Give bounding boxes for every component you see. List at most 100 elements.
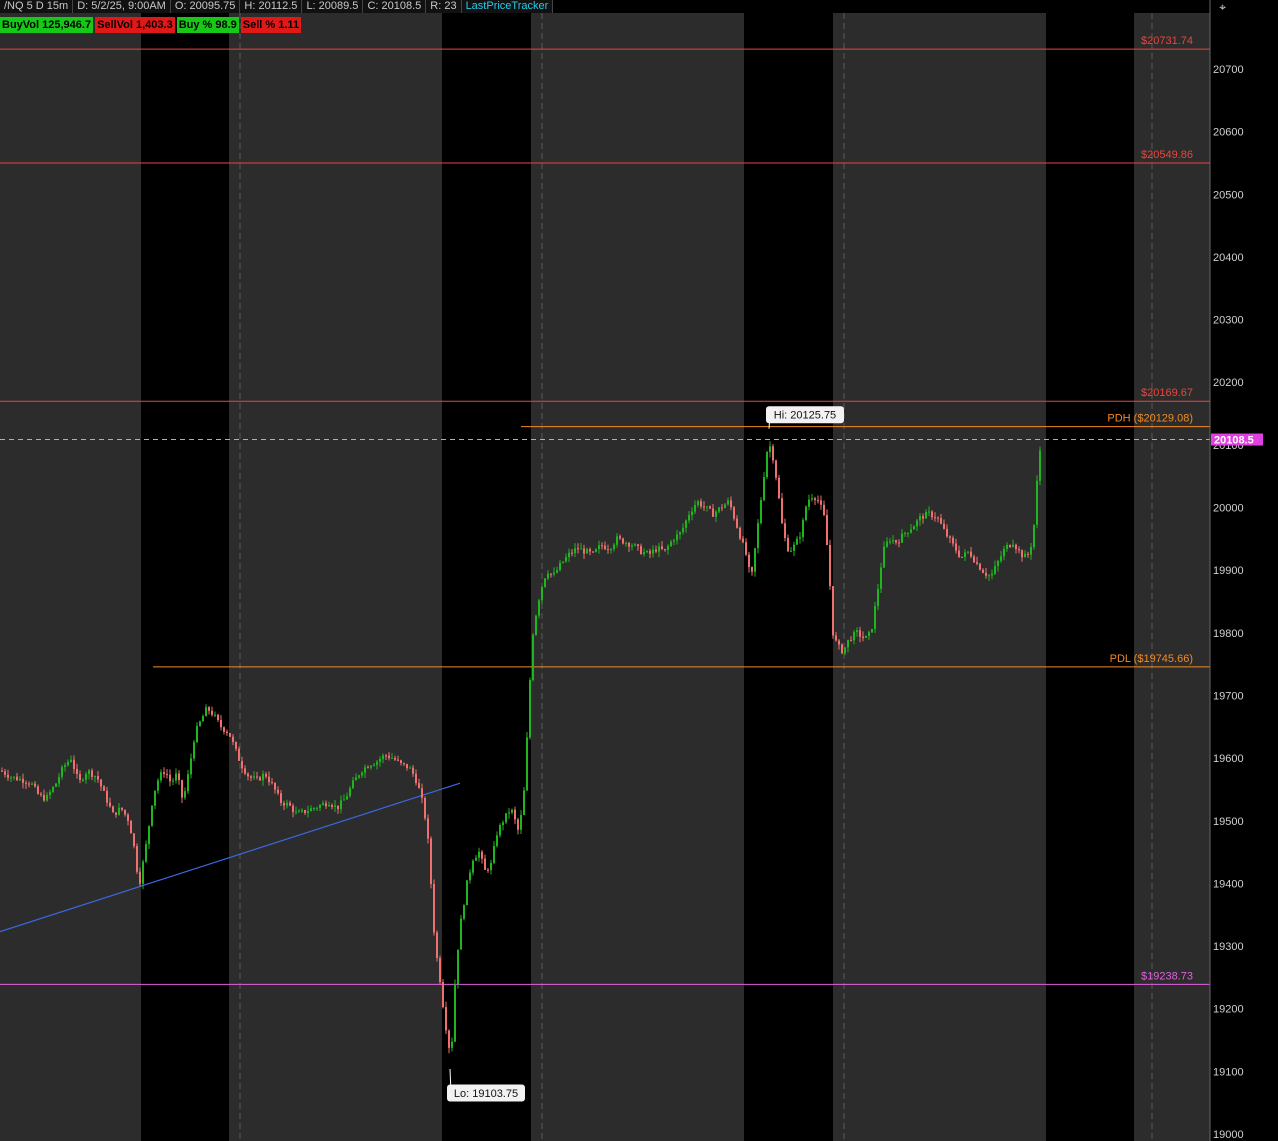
candle-body	[658, 546, 660, 552]
candle-body	[952, 537, 954, 544]
candle-body	[748, 554, 750, 568]
candle-body	[910, 529, 912, 533]
candle-body	[553, 572, 555, 575]
candle-body	[874, 606, 876, 630]
symbol-label[interactable]: /NQ 5 D 15m	[0, 0, 74, 13]
candle-body	[373, 764, 375, 766]
candle-body	[412, 767, 414, 774]
candle-body	[976, 562, 978, 564]
candle-body	[349, 788, 351, 797]
candle-body	[460, 918, 462, 950]
candle-body	[418, 783, 420, 789]
candle-body	[295, 811, 297, 813]
candle-body	[154, 790, 156, 806]
y-tick-label: 19300	[1213, 941, 1244, 953]
candle-body	[394, 757, 396, 760]
candle-body	[907, 532, 909, 534]
candle-body	[721, 507, 723, 509]
candle-body	[397, 759, 399, 761]
y-tick-label: 20000	[1213, 503, 1244, 515]
study-label[interactable]: LastPriceTracker	[462, 0, 554, 13]
candle-body	[235, 741, 237, 749]
candle-body	[1012, 544, 1014, 547]
y-tick-label: 20600	[1213, 127, 1244, 139]
chart-header: /NQ 5 D 15m D: 5/2/25, 9:00AM O: 20095.7…	[0, 0, 554, 13]
candle-body	[202, 716, 204, 722]
candle-body	[1030, 547, 1032, 555]
candle-body	[877, 588, 879, 607]
candle-body	[271, 782, 273, 784]
candle-body	[376, 761, 378, 765]
candle-body	[853, 632, 855, 641]
y-tick-label: 19200	[1213, 1004, 1244, 1016]
candle-body	[817, 500, 819, 502]
candle-body	[820, 500, 822, 505]
candle-body	[448, 1030, 450, 1048]
candle-body	[181, 780, 183, 798]
candle-body	[889, 541, 891, 543]
candle-body	[319, 805, 321, 808]
candle-body	[487, 869, 489, 871]
candle-body	[679, 532, 681, 535]
candle-body	[667, 546, 669, 550]
candle-body	[337, 805, 339, 810]
candle-body	[40, 793, 42, 795]
candle-body	[1, 770, 3, 772]
candle-body	[844, 647, 846, 654]
candle-body	[730, 500, 732, 508]
candle-body	[238, 748, 240, 761]
candle-body	[1000, 556, 1002, 561]
candle-body	[43, 794, 45, 801]
candle-body	[595, 549, 597, 552]
candle-body	[151, 805, 153, 826]
candle-body	[178, 773, 180, 781]
crosshair-settings-icon[interactable]: ⌖	[1219, 0, 1226, 15]
candle-body	[4, 771, 6, 775]
candle-body	[664, 549, 666, 551]
candle-body	[754, 548, 756, 572]
candle-body	[304, 810, 306, 813]
candle-body	[712, 508, 714, 517]
candle-body	[985, 572, 987, 576]
candle-body	[937, 517, 939, 519]
candle-body	[97, 776, 99, 780]
candle-body	[1033, 524, 1035, 548]
high-label: H: 20112.5	[240, 0, 303, 13]
candle-body	[7, 774, 9, 778]
candle-body	[655, 549, 657, 552]
candle-body	[79, 773, 81, 781]
candle-body	[490, 862, 492, 871]
price-chart[interactable]: $20731.74 $20549.86 $20169.67 PDH ($20129.0…	[0, 0, 1278, 1141]
candle-body	[865, 635, 867, 638]
candle-body	[1024, 553, 1026, 558]
candle-body	[196, 725, 198, 743]
candle-body	[19, 778, 21, 781]
candle-body	[1003, 548, 1005, 557]
y-tick-label: 19500	[1213, 816, 1244, 828]
candle-body	[802, 520, 804, 538]
candle-body	[892, 540, 894, 542]
candle-body	[577, 548, 579, 550]
candle-body	[835, 635, 837, 641]
candle-body	[778, 477, 780, 499]
candle-body	[943, 523, 945, 529]
candle-body	[265, 773, 267, 777]
candle-body	[31, 783, 33, 785]
candle-body	[676, 534, 678, 541]
candle-body	[229, 733, 231, 737]
candle-body	[766, 452, 768, 478]
session-shading	[0, 13, 1210, 1141]
candle-body	[694, 504, 696, 512]
candle-body	[283, 802, 285, 806]
candle-body	[646, 551, 648, 553]
candle-body	[847, 639, 849, 648]
candle-body	[268, 776, 270, 783]
candle-body	[127, 814, 129, 821]
candle-body	[169, 774, 171, 782]
candle-body	[808, 499, 810, 507]
candle-body	[535, 615, 537, 636]
candle-body	[538, 600, 540, 616]
candle-body	[217, 714, 219, 721]
candle-body	[385, 755, 387, 757]
candle-body	[403, 762, 405, 764]
